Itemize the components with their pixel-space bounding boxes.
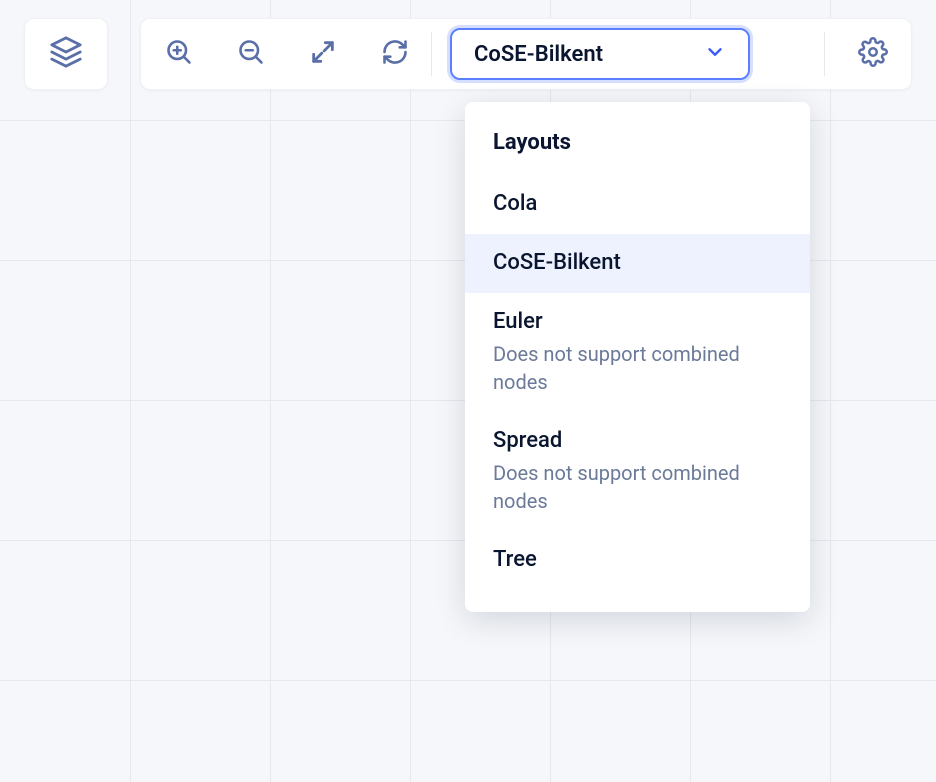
layout-option-cola[interactable]: Cola [465, 175, 810, 234]
zoom-in-button[interactable] [161, 36, 197, 72]
toolbar-divider [431, 32, 432, 76]
layout-option-label: Euler [493, 309, 782, 334]
layout-dropdown: Layouts Cola CoSE-Bilkent Euler Does not… [465, 102, 810, 612]
top-controls: CoSE-Bilkent [0, 0, 936, 108]
layout-select-label: CoSE-Bilkent [474, 42, 603, 67]
zoom-out-button[interactable] [233, 36, 269, 72]
fit-screen-button[interactable] [305, 36, 341, 72]
zoom-out-icon [237, 38, 265, 70]
layout-option-euler[interactable]: Euler Does not support combined nodes [465, 293, 810, 412]
gear-icon [858, 37, 888, 71]
layout-option-label: Tree [493, 547, 782, 572]
refresh-button[interactable] [377, 36, 413, 72]
toolbar: CoSE-Bilkent [140, 18, 912, 90]
layout-select[interactable]: CoSE-Bilkent [450, 28, 750, 80]
layout-option-label: Spread [493, 428, 782, 453]
layout-option-tree[interactable]: Tree [465, 531, 810, 590]
layout-option-label: CoSE-Bilkent [493, 250, 782, 275]
layout-option-desc: Does not support combined nodes [493, 340, 782, 396]
layers-button[interactable] [24, 18, 108, 90]
layers-icon [49, 35, 83, 73]
zoom-in-icon [165, 38, 193, 70]
toolbar-divider-2 [824, 32, 825, 76]
expand-icon [309, 38, 337, 70]
dropdown-header: Layouts [465, 120, 810, 175]
refresh-icon [381, 38, 409, 70]
layout-option-cose-bilkent[interactable]: CoSE-Bilkent [465, 234, 810, 293]
chevron-down-icon [704, 41, 726, 67]
layout-option-label: Cola [493, 191, 782, 216]
toolbar-icon-group [161, 36, 413, 72]
layout-option-spread[interactable]: Spread Does not support combined nodes [465, 412, 810, 531]
settings-button[interactable] [855, 36, 891, 72]
layout-option-desc: Does not support combined nodes [493, 459, 782, 515]
